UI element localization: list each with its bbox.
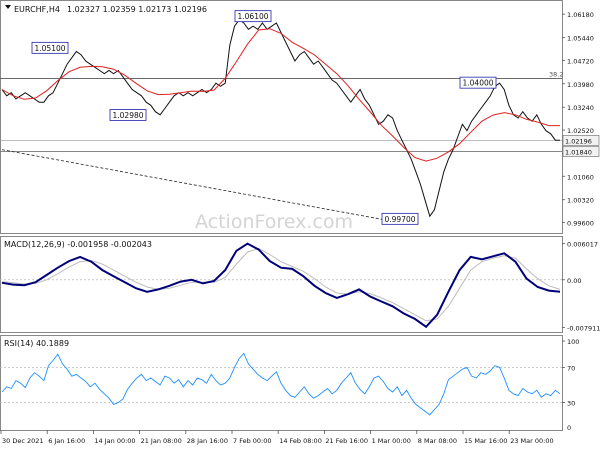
last-price-tag-label: 1.02196 xyxy=(565,137,592,145)
moving-average-line xyxy=(1,28,560,162)
macd-axis-label: -0.007911 xyxy=(567,324,600,332)
price-line xyxy=(1,19,560,218)
time-axis-label: 30 Dec 2021 xyxy=(2,437,44,445)
chart-canvas: ActionForex.com EURCHF,H4 1.02327 1.0235… xyxy=(0,0,600,445)
time-axis-label: 14 Feb 08:00 xyxy=(279,437,322,445)
rsi-panel-frame xyxy=(0,335,563,431)
time-axis-label: 7 Feb 00:00 xyxy=(233,437,272,445)
price-callout-label: 1.02980 xyxy=(113,111,144,120)
time-axis-label: 28 Jan 16:00 xyxy=(187,437,228,445)
rsi-title: RSI(14) 40.1889 xyxy=(4,339,69,348)
rsi-axis-label: 0 xyxy=(567,424,571,432)
support-price-tag-label: 1.01840 xyxy=(565,149,592,157)
price-axis-label: 0.99600 xyxy=(567,220,594,228)
macd-axis-label: 0.00 xyxy=(567,277,581,285)
rsi-line xyxy=(1,352,561,416)
macd-panel xyxy=(0,242,562,329)
time-axis-label: 21 Jan 08:00 xyxy=(141,437,182,445)
macd-panel-frame xyxy=(0,236,563,333)
time-axis-label: 15 Mar 16:00 xyxy=(464,437,507,445)
price-callout-label: 1.04000 xyxy=(463,79,494,88)
rsi-panel xyxy=(0,352,562,416)
price-panel: 38.2 1.05100 1.02980 1.06100 1.04000 0.99700 xyxy=(0,10,563,225)
time-axis-label: 14 Jan 00:00 xyxy=(94,437,135,445)
fib-level-label: 38.2 xyxy=(549,70,563,78)
dashed-trendline xyxy=(1,149,383,220)
time-axis-label: 23 Mar 00:00 xyxy=(510,437,553,445)
rsi-axis-label: 30 xyxy=(567,400,575,408)
chart-window: ActionForex.com EURCHF,H4 1.02327 1.0235… xyxy=(0,0,600,450)
watermark: ActionForex.com xyxy=(195,211,353,233)
time-axis-label: 8 Mar 08:00 xyxy=(418,437,457,445)
time-axis-label: 21 Feb 16:00 xyxy=(325,437,368,445)
macd-axis-label: 0.006017 xyxy=(567,241,598,249)
price-axis-label: 1.04720 xyxy=(567,57,594,65)
price-axis-label: 1.02520 xyxy=(567,127,594,135)
price-callout-label: 1.05100 xyxy=(35,44,66,53)
price-axis-label: 1.06180 xyxy=(567,11,594,19)
dropdown-triangle-icon xyxy=(5,5,11,9)
ohlc-values: 1.02327 1.02359 1.02173 1.02196 xyxy=(67,5,207,14)
price-callout-label: 1.06100 xyxy=(238,12,269,21)
time-axis-label: 6 Jan 16:00 xyxy=(48,437,85,445)
time-axis-label: 1 Mar 00:00 xyxy=(372,437,411,445)
macd-title: MACD(12,26,9) -0.001958 -0.002043 xyxy=(4,240,152,249)
price-axis-label: 1.00320 xyxy=(567,197,594,205)
price-axis-label: 1.01060 xyxy=(567,173,594,181)
macd-line xyxy=(1,242,561,329)
rsi-axis-label: 100 xyxy=(567,338,579,346)
symbol-info: EURCHF,H4 xyxy=(14,5,60,14)
rsi-axis-label: 70 xyxy=(567,364,575,372)
price-panel-frame xyxy=(0,0,563,234)
price-axis-label: 1.05440 xyxy=(567,35,594,43)
price-axis-label: 1.03240 xyxy=(567,104,594,112)
price-axis-label: 1.03980 xyxy=(567,81,594,89)
price-callout-label: 0.99700 xyxy=(385,215,416,224)
